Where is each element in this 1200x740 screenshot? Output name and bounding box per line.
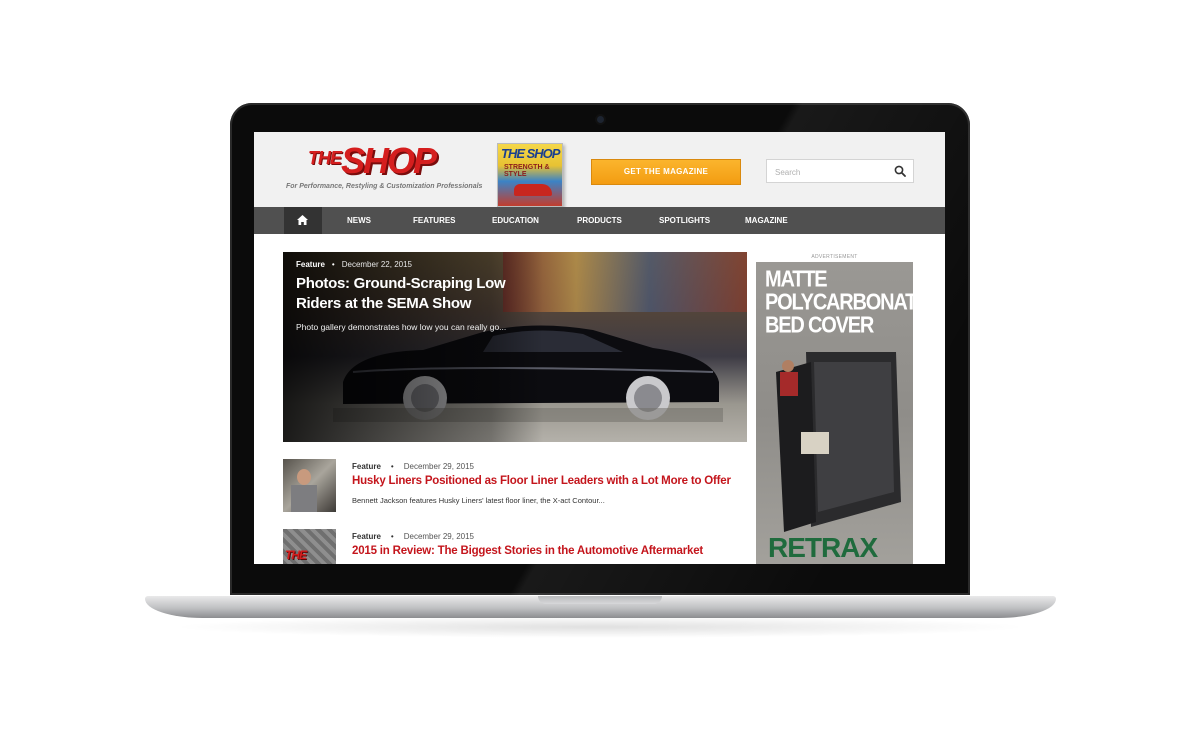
site-tagline: For Performance, Restyling & Customizati…: [286, 183, 483, 190]
search-input[interactable]: [773, 160, 887, 184]
article-meta: Feature • December 29, 2015: [352, 462, 474, 471]
sidebar-advertisement[interactable]: MATTE POLYCARBONATE BED COVER RETRAX: [756, 262, 913, 564]
laptop-shadow: [170, 616, 1030, 638]
magazine-cover-thumbnail[interactable]: THE SHOP STRENGTH & STYLE: [497, 143, 563, 207]
nav-item-features[interactable]: FEATURES: [413, 207, 456, 234]
ad-headline: MATTE POLYCARBONATE BED COVER: [765, 266, 913, 339]
article-title[interactable]: 2015 in Review: The Biggest Stories in t…: [352, 545, 703, 557]
article-excerpt: Bennett Jackson features Husky Liners' l…: [352, 496, 605, 505]
search-box[interactable]: [766, 159, 914, 184]
nav-home-button[interactable]: [284, 207, 322, 234]
article-category[interactable]: Feature: [352, 532, 381, 541]
article-list-item: THE SHOP Feature • December 29, 2015 2015 …: [283, 529, 747, 564]
camera: [597, 116, 604, 123]
home-icon: [297, 215, 308, 225]
nav-item-products[interactable]: PRODUCTS: [577, 207, 622, 234]
article-category[interactable]: Feature: [352, 462, 381, 471]
nav-item-news[interactable]: NEWS: [347, 207, 371, 234]
magazine-cover-title: THE SHOP: [501, 146, 560, 161]
hero-title[interactable]: Photos: Ground-Scraping Low Riders at th…: [296, 274, 506, 314]
article-title[interactable]: Husky Liners Positioned as Floor Liner L…: [352, 475, 731, 487]
article-list-item: Feature • December 29, 2015 Husky Liners P…: [283, 459, 747, 519]
browser-screen: THESHOP For Performance, Restyling & Cus…: [254, 132, 945, 564]
ad-brand-logo: RETRAX: [768, 532, 878, 563]
article-thumbnail-logo: THE SHOP: [285, 548, 316, 564]
article-separator: •: [390, 532, 394, 541]
article-separator: •: [390, 462, 394, 471]
main-nav: NEWS FEATURES EDUCATION PRODUCTS SPOTLIG…: [254, 207, 945, 234]
magazine-cover-subtitle: STRENGTH & STYLE: [504, 164, 550, 178]
nav-item-magazine[interactable]: MAGAZINE: [745, 207, 788, 234]
nav-item-education[interactable]: EDUCATION: [492, 207, 539, 234]
hero-category[interactable]: Feature: [296, 260, 325, 269]
article-thumbnail[interactable]: [283, 459, 336, 512]
hero-excerpt: Photo gallery demonstrates how low you c…: [296, 322, 507, 332]
site-logo[interactable]: THESHOP: [308, 140, 437, 182]
search-icon[interactable]: [894, 165, 906, 177]
logo-the: THE: [308, 148, 342, 168]
logo-shop: SHOP: [341, 140, 437, 181]
article-thumbnail[interactable]: THE SHOP: [283, 529, 336, 564]
hero-meta: Feature • December 22, 2015: [296, 260, 412, 269]
hero-separator: •: [331, 260, 335, 269]
site-header: THESHOP For Performance, Restyling & Cus…: [254, 132, 945, 207]
ad-truck-image: [776, 352, 901, 532]
advertisement-label: ADVERTISEMENT: [811, 254, 858, 260]
get-the-magazine-button[interactable]: GET THE MAGAZINE: [591, 159, 741, 185]
hero-article[interactable]: Feature • December 22, 2015 Photos: Ground…: [283, 252, 747, 442]
article-meta: Feature • December 29, 2015: [352, 532, 474, 541]
laptop-notch: [538, 596, 662, 604]
article-date: December 29, 2015: [403, 462, 474, 471]
magazine-cover-car-image: [514, 184, 552, 196]
nav-item-spotlights[interactable]: SPOTLIGHTS: [659, 207, 710, 234]
hero-date: December 22, 2015: [341, 260, 412, 269]
article-date: December 29, 2015: [403, 532, 474, 541]
